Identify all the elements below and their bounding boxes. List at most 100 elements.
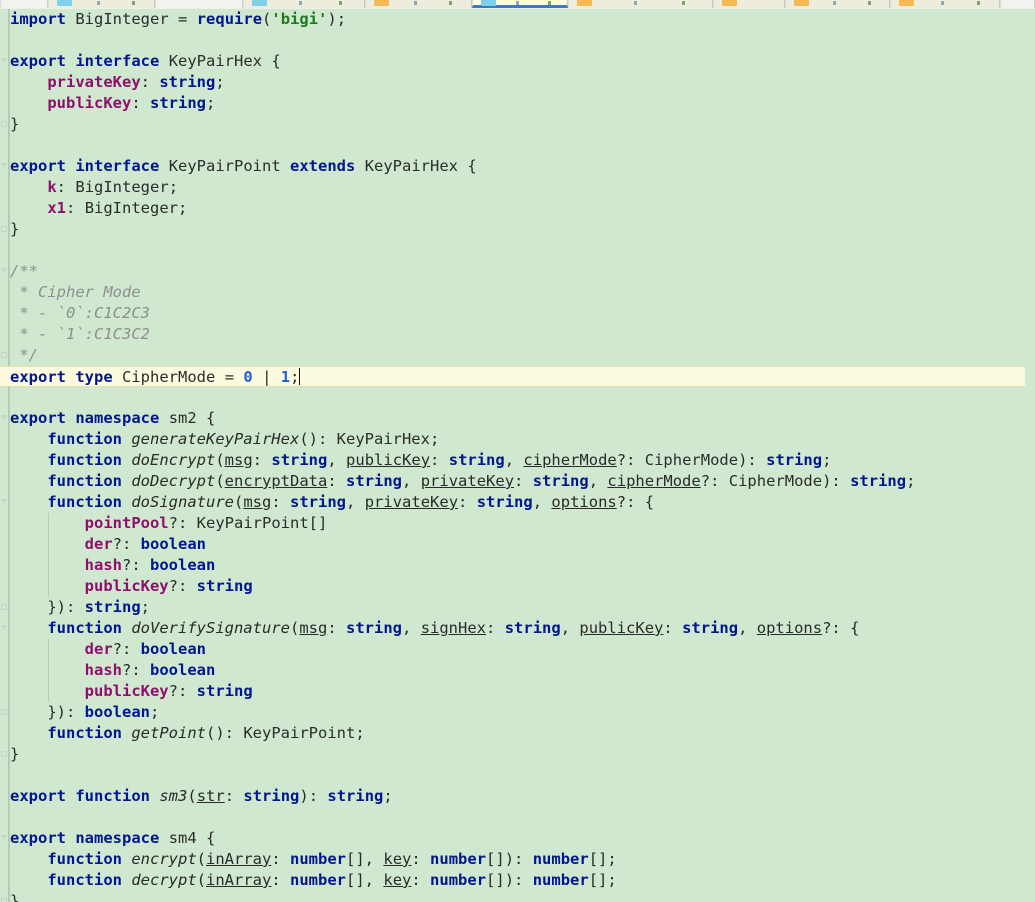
code-line[interactable]: hash?: boolean	[10, 660, 1035, 681]
code-line[interactable]: */	[10, 345, 1035, 366]
tab-label-glyph	[299, 1, 302, 5]
code-line[interactable]: /**	[10, 261, 1035, 282]
code-line[interactable]: function encrypt(inArray: number[], key:…	[10, 849, 1035, 870]
editor-tab-9[interactable]	[890, 0, 1000, 8]
code-line[interactable]	[10, 807, 1035, 828]
code-line[interactable]: function getPoint(): KeyPairPoint;	[10, 723, 1035, 744]
fold-expanded-icon[interactable]	[0, 413, 9, 424]
fold-bracket-icon	[1, 352, 7, 358]
code-line[interactable]: privateKey: string;	[10, 72, 1035, 93]
code-line[interactable]: pointPool?: KeyPairPoint[]	[10, 513, 1035, 534]
fold-bracket-icon	[1, 898, 7, 902]
fold-expanded-icon[interactable]	[0, 161, 9, 172]
fold-bracket-icon	[1, 226, 7, 232]
code-editor-pane[interactable]: import BigInteger = require('bigi'); expo…	[0, 9, 1035, 902]
tab-close-icon[interactable]	[548, 1, 551, 5]
tab-close-icon[interactable]	[132, 1, 135, 5]
editor-tab-8[interactable]	[785, 0, 890, 8]
tab-label-glyph	[634, 1, 637, 5]
code-line[interactable]: der?: boolean	[10, 639, 1035, 660]
fold-end-icon[interactable]	[0, 707, 9, 718]
chevron-down-icon	[1, 835, 7, 840]
editor-tab-7[interactable]	[713, 0, 785, 8]
typescript-file-icon	[252, 0, 267, 6]
code-line[interactable]: * Cipher Mode	[10, 282, 1035, 303]
code-line[interactable]: export namespace sm2 {	[10, 408, 1035, 429]
code-content[interactable]: import BigInteger = require('bigi'); expo…	[0, 9, 1035, 902]
editor-tab-bar[interactable]	[0, 0, 1035, 9]
javascript-file-icon	[577, 0, 592, 6]
typescript-file-icon	[57, 0, 72, 6]
code-line[interactable]: }	[10, 219, 1035, 240]
code-line[interactable]: function generateKeyPairHex(): KeyPairHe…	[10, 429, 1035, 450]
editor-tab-6[interactable]	[568, 0, 713, 8]
editor-tab-2[interactable]	[155, 0, 243, 8]
code-line[interactable]: function decrypt(inArray: number[], key:…	[10, 870, 1035, 891]
code-line[interactable]: function doEncrypt(msg: string, publicKe…	[10, 450, 1035, 471]
editor-tab-5[interactable]	[472, 0, 568, 8]
fold-expanded-icon[interactable]	[0, 833, 9, 844]
code-line[interactable]	[10, 30, 1035, 51]
fold-end-icon[interactable]	[0, 224, 9, 235]
tab-close-icon[interactable]	[449, 1, 452, 5]
code-line[interactable]	[10, 240, 1035, 261]
editor-gutter[interactable]	[0, 9, 10, 902]
javascript-file-icon	[374, 0, 389, 6]
chevron-down-icon	[1, 163, 7, 168]
code-line[interactable]: function doDecrypt(encryptData: string, …	[10, 471, 1035, 492]
tab-close-icon[interactable]	[682, 1, 685, 5]
code-line[interactable]: publicKey?: string	[10, 681, 1035, 702]
editor-tab-0[interactable]	[0, 0, 48, 8]
code-line[interactable]: function doSignature(msg: string, privat…	[10, 492, 1035, 513]
fold-expanded-icon[interactable]	[0, 623, 9, 634]
code-line[interactable]: publicKey: string;	[10, 93, 1035, 114]
code-line[interactable]: hash?: boolean	[10, 555, 1035, 576]
code-line[interactable]: import BigInteger = require('bigi');	[10, 9, 1035, 30]
chevron-down-icon	[1, 58, 7, 63]
code-line[interactable]: * - `0`:C1C2C3	[10, 303, 1035, 324]
fold-expanded-icon[interactable]	[0, 56, 9, 67]
code-line[interactable]: der?: boolean	[10, 534, 1035, 555]
code-line[interactable]: }	[10, 891, 1035, 902]
fold-expanded-icon[interactable]	[0, 497, 9, 508]
code-line[interactable]: }): boolean;	[10, 702, 1035, 723]
fold-bracket-icon	[1, 709, 7, 715]
tab-close-icon[interactable]	[339, 1, 342, 5]
fold-end-icon[interactable]	[0, 119, 9, 130]
code-line[interactable]: export namespace sm4 {	[10, 828, 1035, 849]
editor-tab-10[interactable]	[1000, 0, 1035, 8]
fold-end-icon[interactable]	[0, 602, 9, 613]
fold-bracket-icon	[1, 604, 7, 610]
editor-tab-3[interactable]	[243, 0, 365, 8]
tab-label-glyph	[414, 1, 417, 5]
code-line[interactable]: export interface KeyPairHex {	[10, 51, 1035, 72]
tab-close-icon[interactable]	[868, 1, 871, 5]
tab-close-icon[interactable]	[977, 1, 980, 5]
tab-label-glyph	[833, 1, 836, 5]
fold-expanded-icon[interactable]	[0, 266, 9, 277]
code-line-current[interactable]: export type CipherMode = 0 | 1;	[0, 366, 1025, 387]
code-line[interactable]: export interface KeyPairPoint extends Ke…	[10, 156, 1035, 177]
code-line[interactable]: function doVerifySignature(msg: string, …	[10, 618, 1035, 639]
code-line[interactable]	[10, 387, 1035, 408]
javascript-file-icon	[794, 0, 809, 6]
code-line[interactable]: }): string;	[10, 597, 1035, 618]
code-line[interactable]: k: BigInteger;	[10, 177, 1035, 198]
gutter-divider	[8, 9, 9, 902]
typescript-file-icon	[481, 0, 496, 6]
code-line[interactable]: publicKey?: string	[10, 576, 1035, 597]
editor-tab-1[interactable]	[48, 0, 155, 8]
fold-end-icon[interactable]	[0, 749, 9, 760]
code-line[interactable]: }	[10, 114, 1035, 135]
indent-guide	[48, 513, 49, 597]
editor-tab-4[interactable]	[365, 0, 472, 8]
fold-end-icon[interactable]	[0, 350, 9, 361]
code-line[interactable]: export function sm3(str: string): string…	[10, 786, 1035, 807]
fold-end-icon[interactable]	[0, 896, 9, 902]
code-line[interactable]: x1: BigInteger;	[10, 198, 1035, 219]
fold-bracket-icon	[1, 121, 7, 127]
code-line[interactable]	[10, 135, 1035, 156]
code-line[interactable]	[10, 765, 1035, 786]
code-line[interactable]: }	[10, 744, 1035, 765]
code-line[interactable]: * - `1`:C1C3C2	[10, 324, 1035, 345]
